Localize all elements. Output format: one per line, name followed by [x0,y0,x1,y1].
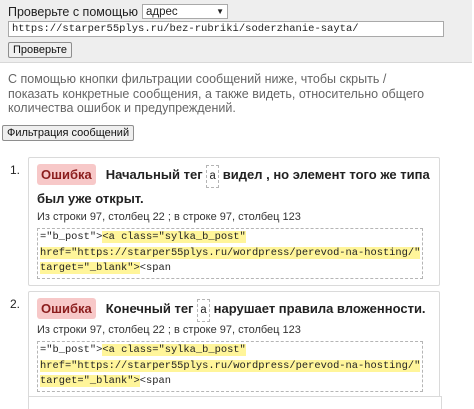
filter-messages-button[interactable]: Фильтрация сообщений [2,125,135,141]
code-extract: ="b_post"><a class="sylka_b_post" href="… [37,228,424,279]
message-box: Ошибка Начальный тег a видел , но элемент… [28,157,440,286]
message-box: Ошибка Конечный тег a нарушает правила вл… [28,291,440,399]
check-mode-value: адрес [146,5,178,18]
to-col-value: 123 [282,324,301,336]
from-line-value: 97 [89,211,103,223]
message-text-before: Начальный тег [105,167,203,182]
code-highlight: target="_blank"> [40,375,140,387]
to-line-value: 97 [219,324,233,336]
message-location: Из строки 97, столбец 22 ; в строке 97, … [37,211,301,223]
message-number: 2. [10,297,21,311]
message-text-before: Конечный тег [105,301,194,316]
message-text-after: видел , но элемент того же типа был уже … [37,167,430,206]
filter-description: С помощью кнопки фильтрации сообщений ни… [8,72,425,115]
message-box-partial [28,396,442,409]
check-button[interactable]: Проверьте [8,42,73,58]
element-tag: a [197,299,210,322]
check-panel: Проверьте с помощью адрес ▼ https://star… [0,0,472,63]
code-suffix: <span [139,375,171,387]
code-highlight: href="https://starper55plys.ru/wordpress… [40,246,421,259]
code-prefix: ="b_post"> [40,344,103,356]
code-highlight: <a class="sylka_b_post" [102,344,246,356]
from-line-label: Из строки [37,324,87,336]
error-badge: Ошибка [37,298,96,319]
check-mode-select[interactable]: адрес ▼ [142,4,228,19]
to-col-label: столбец [238,211,280,223]
to-col-value: 123 [282,211,301,223]
from-line-value: 97 [89,324,103,336]
from-col-value: 22 [152,211,165,223]
message-number: 1. [10,163,21,177]
message-text: Ошибка Конечный тег a нарушает правила вл… [37,298,431,322]
from-col-label: столбец [108,324,150,336]
to-line-value: 97 [219,211,233,223]
code-highlight: target="_blank"> [40,262,140,274]
code-suffix: <span [139,262,171,274]
from-col-label: столбец [108,211,150,223]
code-highlight: <a class="sylka_b_post" [102,231,246,243]
to-line-label: в строке [174,324,217,336]
element-tag: a [206,165,220,188]
from-line-label: Из строки [37,211,87,223]
check-by-row: Проверьте с помощью адрес ▼ [8,4,228,19]
code-prefix: ="b_post"> [40,231,103,243]
message-text-after: нарушает правила вложенности. [213,301,426,316]
chevron-down-icon: ▼ [216,7,224,16]
code-highlight: href="https://starper55plys.ru/wordpress… [40,359,421,372]
check-by-label: Проверьте с помощью [8,4,138,19]
to-col-label: столбец [238,324,280,336]
error-badge: Ошибка [37,164,96,185]
message-text: Ошибка Начальный тег a видел , но элемент… [37,164,431,209]
code-extract: ="b_post"><a class="sylka_b_post" href="… [37,341,424,392]
to-line-label: в строке [174,211,217,223]
message-location: Из строки 97, столбец 22 ; в строке 97, … [37,324,301,336]
url-input[interactable]: https://starper55plys.ru/bez-rubriki/sod… [8,21,444,37]
from-col-value: 22 [152,324,165,336]
